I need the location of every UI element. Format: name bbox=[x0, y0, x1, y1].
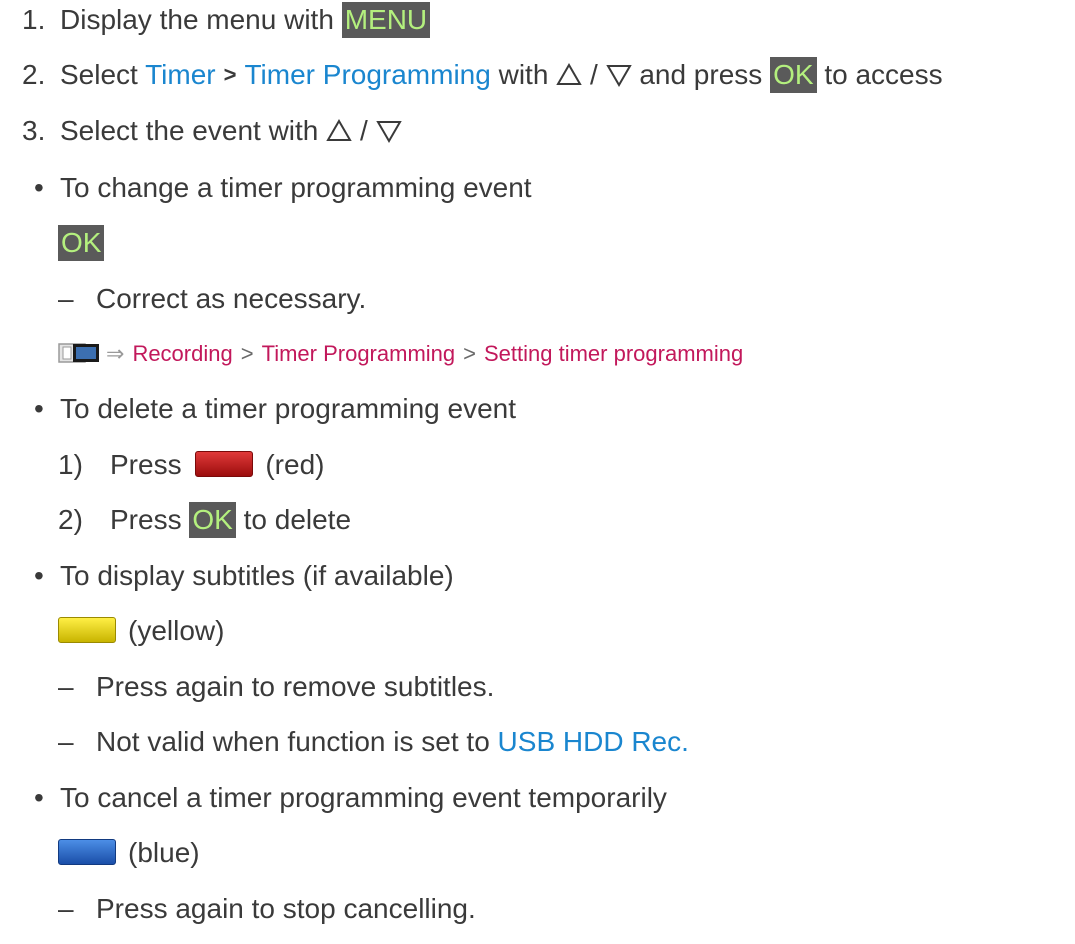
step-number: 3. bbox=[22, 115, 46, 146]
yellow-button-icon bbox=[58, 617, 116, 643]
down-triangle-icon bbox=[375, 121, 402, 143]
ref-recording[interactable]: Recording bbox=[132, 341, 232, 366]
substep-tail: to delete bbox=[243, 504, 352, 535]
step-1: 1. Display the menu with MENU bbox=[22, 2, 431, 38]
bullet-subtitles: • To display subtitles (if available) bbox=[34, 558, 454, 594]
subtitles-note-2: – Not valid when function is set to USB H… bbox=[58, 724, 689, 760]
menu-link-usb-hdd-rec[interactable]: USB HDD Rec. bbox=[498, 726, 689, 757]
bullet-text: To delete a timer programming event bbox=[60, 393, 516, 424]
ref-setting-timer-programming[interactable]: Setting timer programming bbox=[484, 341, 743, 366]
menu-link-timer-programming[interactable]: Timer Programming bbox=[244, 59, 490, 90]
menu-key: MENU bbox=[341, 2, 431, 38]
breadcrumb-separator: > bbox=[223, 62, 237, 87]
step-text: Select the event with bbox=[60, 115, 319, 146]
change-key-line: OK bbox=[58, 225, 105, 261]
menu-link-timer[interactable]: Timer bbox=[145, 59, 216, 90]
arrow-icon: ⇒ bbox=[106, 341, 125, 366]
bullet: • bbox=[34, 172, 44, 203]
step-text: Display the menu with bbox=[60, 4, 334, 35]
slash: / bbox=[359, 115, 368, 146]
delete-substep-1: 1) Press (red) bbox=[58, 447, 324, 483]
step-number: 1. bbox=[22, 4, 46, 35]
bullet: • bbox=[34, 782, 44, 813]
bullet-delete-event: • To delete a timer programming event bbox=[34, 391, 516, 427]
book-icon bbox=[58, 343, 99, 363]
color-label: (blue) bbox=[128, 837, 200, 868]
ref-separator: > bbox=[240, 341, 254, 366]
substep-text: Press bbox=[110, 504, 182, 535]
bullet-text: To change a timer programming event bbox=[60, 172, 532, 203]
dash: – bbox=[58, 893, 74, 924]
bullet-change-event: • To change a timer programming event bbox=[34, 170, 532, 206]
cross-reference[interactable]: ⇒ Recording > Timer Programming > Setting tim… bbox=[58, 336, 743, 372]
dash: – bbox=[58, 283, 74, 314]
cancel-note: – Press again to stop cancelling. bbox=[58, 891, 476, 927]
step-2: 2. Select Timer > Timer Programming with / … bbox=[22, 57, 943, 93]
color-label: (yellow) bbox=[128, 615, 225, 646]
bullet-text: To display subtitles (if available) bbox=[60, 560, 454, 591]
bullet-cancel-event: • To cancel a timer programming event tem… bbox=[34, 780, 667, 816]
step-text-with: with bbox=[498, 59, 549, 90]
dash: – bbox=[58, 671, 74, 702]
ok-key: OK bbox=[770, 57, 817, 93]
cancel-key-line: (blue) bbox=[58, 835, 200, 871]
ok-key: OK bbox=[189, 502, 236, 538]
step-3: 3. Select the event with / bbox=[22, 113, 402, 149]
bullet: • bbox=[34, 393, 44, 424]
substep-number: 1) bbox=[58, 449, 83, 480]
slash: / bbox=[589, 59, 598, 90]
color-label: (red) bbox=[265, 449, 325, 480]
note-text: Press again to remove subtitles. bbox=[96, 671, 495, 702]
change-note: – Correct as necessary. bbox=[58, 281, 366, 317]
note-text: Press again to stop cancelling. bbox=[96, 893, 476, 924]
ref-separator: > bbox=[463, 341, 476, 366]
step-text: Select bbox=[60, 59, 138, 90]
up-triangle-icon bbox=[326, 119, 352, 141]
ok-key: OK bbox=[58, 225, 105, 261]
bullet: • bbox=[34, 560, 44, 591]
note-text: Correct as necessary. bbox=[96, 283, 367, 314]
bullet-text: To cancel a timer programming event temp… bbox=[60, 782, 667, 813]
step-text-and-press: and press bbox=[639, 59, 763, 90]
subtitles-note-1: – Press again to remove subtitles. bbox=[58, 669, 494, 705]
dash: – bbox=[58, 726, 74, 757]
blue-button-icon bbox=[58, 839, 116, 865]
ref-timer-programming[interactable]: Timer Programming bbox=[262, 341, 456, 366]
delete-substep-2: 2) Press OK to delete bbox=[58, 502, 351, 538]
note-text: Not valid when function is set to bbox=[96, 726, 490, 757]
up-triangle-icon bbox=[556, 63, 582, 85]
step-number: 2. bbox=[22, 59, 46, 90]
substep-number: 2) bbox=[58, 504, 83, 535]
step-text-tail: to access bbox=[824, 59, 943, 90]
down-triangle-icon bbox=[605, 65, 632, 87]
subtitles-key-line: (yellow) bbox=[58, 613, 224, 649]
substep-text: Press bbox=[110, 449, 182, 480]
red-button-icon bbox=[195, 451, 254, 477]
